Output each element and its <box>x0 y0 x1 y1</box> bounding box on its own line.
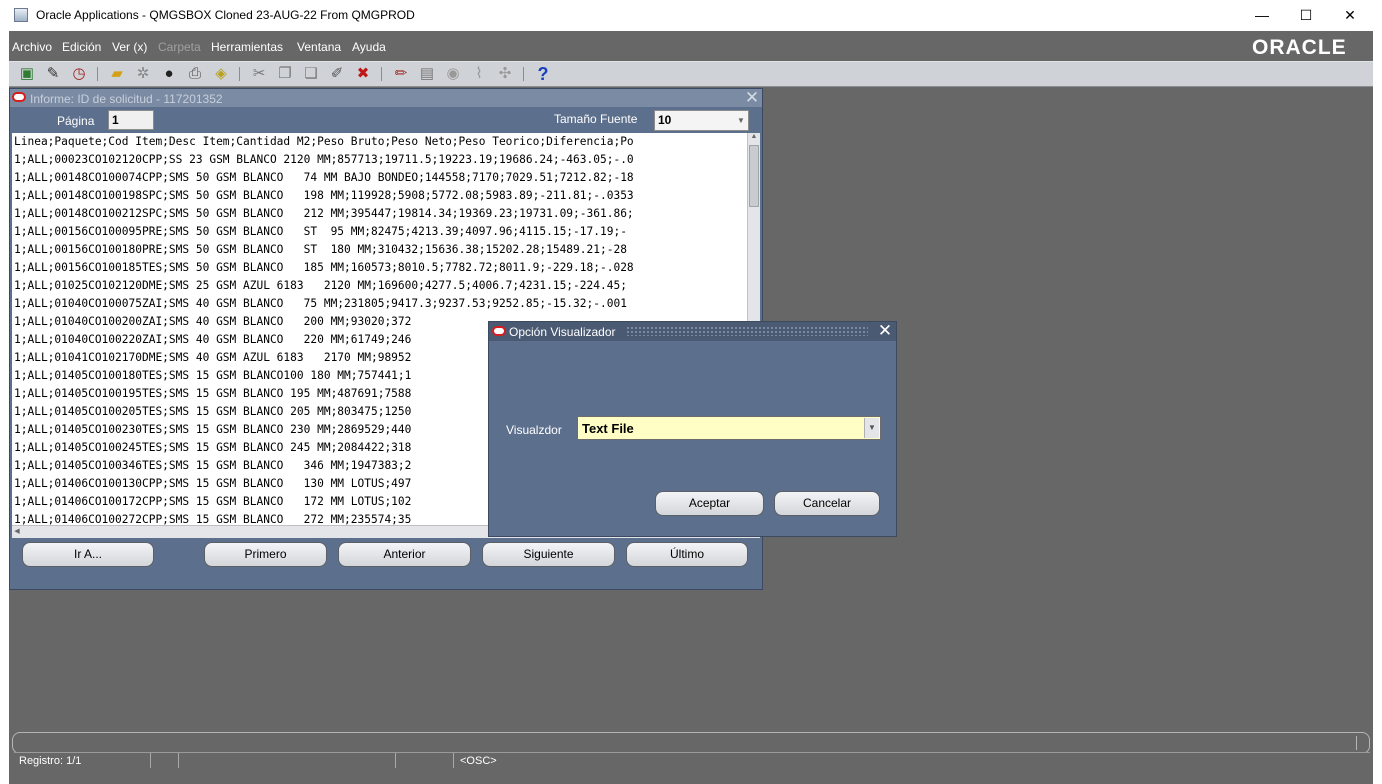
status-frame-divider <box>1356 736 1357 750</box>
print-icon[interactable]: ⎙ <box>185 64 205 84</box>
page-input[interactable]: 1 <box>108 110 154 130</box>
report-line: 1;ALL;00023CO102120CPP;SS 23 GSM BLANCO … <box>14 153 634 166</box>
viewer-label: Visualzdor <box>506 423 562 437</box>
toolbar-separator <box>97 67 98 81</box>
report-line: 1;ALL;00156CO100095PRE;SMS 50 GSM BLANCO… <box>14 225 627 238</box>
oracle-logo: ORACLE <box>1252 36 1347 59</box>
dialog-title-pattern <box>626 326 868 336</box>
font-size-value: 10 <box>658 113 672 127</box>
first-button[interactable]: Primero <box>204 542 327 567</box>
oracle-window-icon <box>12 92 26 102</box>
java-app-icon <box>14 8 28 22</box>
save-new-icon[interactable]: ▣ <box>17 64 37 84</box>
status-divider <box>395 753 396 768</box>
report-line: 1;ALL;00148CO100212SPC;SMS 50 GSM BLANCO… <box>14 207 634 220</box>
status-bar <box>14 752 1370 771</box>
chevron-down-icon[interactable]: ▼ <box>734 111 748 130</box>
paste-icon[interactable]: ❏ <box>301 64 321 84</box>
report-line: 1;ALL;01025CO102120DME;SMS 25 GSM AZUL 6… <box>14 279 627 292</box>
report-line: 1;ALL;00148CO100074CPP;SMS 50 GSM BLANCO… <box>14 171 634 184</box>
help-icon[interactable]: ? <box>533 64 553 84</box>
clear-record-icon[interactable]: ✐ <box>327 64 347 84</box>
report-line: 1;ALL;00156CO100180PRE;SMS 50 GSM BLANCO… <box>14 243 627 256</box>
osc-status: <OSC> <box>460 755 497 767</box>
translation-icon[interactable]: ◉ <box>443 64 463 84</box>
menu-carpeta[interactable]: Carpeta <box>158 40 201 54</box>
menu-herramientas[interactable]: Herramientas <box>211 40 283 54</box>
edit-field-icon[interactable]: ✏ <box>391 64 411 84</box>
status-divider <box>453 753 454 768</box>
menu-ver[interactable]: Ver (x) <box>112 40 147 54</box>
vertical-scroll-thumb[interactable] <box>749 145 759 207</box>
delete-icon[interactable]: ✖ <box>353 64 373 84</box>
navigator-icon[interactable]: ✎ <box>43 64 63 84</box>
window-title-bar: Oracle Applications - QMGSBOX Cloned 23-… <box>0 0 1382 31</box>
maximize-button[interactable]: ☐ <box>1283 0 1329 31</box>
font-size-label: Tamaño Fuente <box>554 112 638 126</box>
viewer-value: Text File <box>582 421 634 436</box>
menu-ayuda[interactable]: Ayuda <box>352 40 386 54</box>
report-line: 1;ALL;00156CO100185TES;SMS 50 GSM BLANCO… <box>14 261 634 274</box>
report-close-icon[interactable]: ✕ <box>744 88 760 108</box>
report-window-title: Informe: ID de solicitud - 117201352 <box>30 92 223 106</box>
folder-icon[interactable]: ▰ <box>107 64 127 84</box>
goto-button[interactable]: Ir A... <box>22 542 154 567</box>
copy-icon[interactable]: ❐ <box>275 64 295 84</box>
menu-archivo[interactable]: Archivo <box>12 40 52 54</box>
scroll-left-icon[interactable]: ◀ <box>12 527 22 537</box>
accept-button[interactable]: Aceptar <box>655 491 764 516</box>
cut-icon[interactable]: ✂ <box>249 64 269 84</box>
window-title: Oracle Applications - QMGSBOX Cloned 23-… <box>36 8 415 22</box>
menu-ventana[interactable]: Ventana <box>297 40 341 54</box>
viewer-chevron-down-icon[interactable]: ▼ <box>864 418 879 438</box>
record-status: Registro: 1/1 <box>19 755 82 767</box>
dialog-close-icon[interactable]: ✕ <box>877 321 893 341</box>
next-button[interactable]: Siguiente <box>482 542 615 567</box>
paperclip-icon[interactable]: ⌇ <box>469 64 489 84</box>
report-line: 1;ALL;01040CO100075ZAI;SMS 40 GSM BLANCO… <box>14 297 627 310</box>
gear-icon[interactable]: ✲ <box>133 64 153 84</box>
status-divider <box>178 753 179 768</box>
cancel-button[interactable]: Cancelar <box>774 491 880 516</box>
toolbar-separator <box>239 67 240 81</box>
toolbar-separator <box>381 67 382 81</box>
dialog-title: Opción Visualizador <box>509 325 616 339</box>
clock-icon[interactable]: ◷ <box>69 64 89 84</box>
previous-button[interactable]: Anterior <box>338 542 471 567</box>
tools-icon[interactable]: ✣ <box>495 64 515 84</box>
page-label: Página <box>57 114 95 128</box>
binoculars-icon[interactable]: ● <box>159 64 179 84</box>
report-line: 1;ALL;00148CO100198SPC;SMS 50 GSM BLANCO… <box>14 189 634 202</box>
minimize-button[interactable]: — <box>1239 0 1285 31</box>
status-divider <box>150 753 151 768</box>
status-frame <box>12 732 1370 754</box>
zoom-icon[interactable]: ◈ <box>211 64 231 84</box>
attachments-icon[interactable]: ▤ <box>417 64 437 84</box>
close-window-button[interactable]: ✕ <box>1327 0 1373 31</box>
scroll-up-icon[interactable]: ▲ <box>749 133 759 143</box>
last-button[interactable]: Último <box>626 542 748 567</box>
toolbar-separator <box>523 67 524 81</box>
report-line: Linea;Paquete;Cod Item;Desc Item;Cantida… <box>14 135 634 148</box>
oracle-dialog-icon <box>492 326 506 336</box>
menu-edicion[interactable]: Edición <box>62 40 101 54</box>
